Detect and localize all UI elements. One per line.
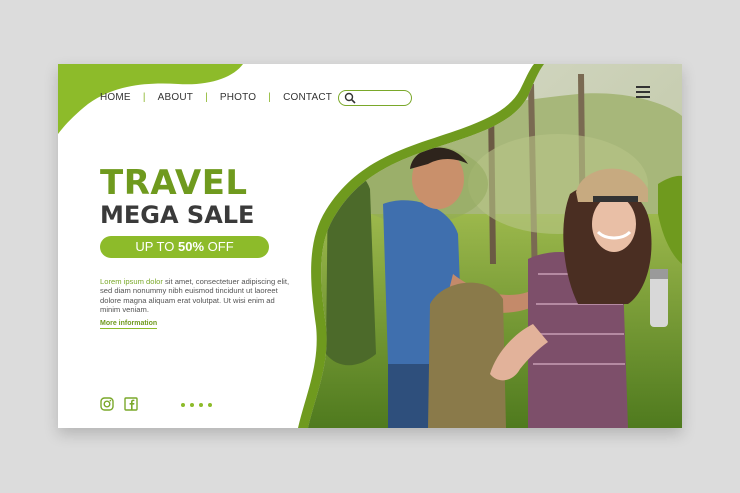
nav-about[interactable]: ABOUT bbox=[158, 92, 193, 103]
hamburger-menu-icon[interactable] bbox=[636, 86, 650, 98]
search-icon bbox=[344, 92, 356, 104]
nav-home[interactable]: HOME bbox=[100, 92, 131, 103]
pagination-dot[interactable] bbox=[190, 403, 194, 407]
landing-page-card: HOME | ABOUT | PHOTO | CONTACT TRAVEL ME… bbox=[58, 64, 682, 428]
promo-badge[interactable]: UP TO 50% OFF bbox=[100, 236, 269, 258]
description-highlight: Lorem ipsum dolor bbox=[100, 276, 163, 286]
nav-contact[interactable]: CONTACT bbox=[283, 92, 332, 103]
pagination-dot[interactable] bbox=[199, 403, 203, 407]
facebook-icon[interactable] bbox=[124, 397, 138, 411]
instagram-icon[interactable] bbox=[100, 397, 114, 411]
promo-prefix: UP TO bbox=[135, 239, 178, 254]
nav-photo[interactable]: PHOTO bbox=[220, 92, 256, 103]
nav-separator: | bbox=[205, 92, 208, 103]
promo-suffix: OFF bbox=[204, 239, 234, 254]
hero-subtitle: MEGA SALE bbox=[100, 201, 255, 229]
search-input[interactable] bbox=[338, 90, 412, 106]
social-links bbox=[100, 397, 138, 411]
pagination-dots bbox=[181, 403, 212, 407]
top-nav: HOME | ABOUT | PHOTO | CONTACT bbox=[100, 92, 332, 103]
pagination-dot[interactable] bbox=[181, 403, 185, 407]
hero-title: TRAVEL bbox=[100, 163, 248, 203]
hero-description: Lorem ipsum dolor sit amet, consectetuer… bbox=[100, 277, 290, 315]
promo-value: 50% bbox=[178, 239, 205, 254]
more-information-link[interactable]: More information bbox=[100, 320, 158, 329]
nav-separator: | bbox=[142, 92, 146, 103]
nav-separator: | bbox=[268, 92, 272, 103]
pagination-dot[interactable] bbox=[208, 403, 212, 407]
